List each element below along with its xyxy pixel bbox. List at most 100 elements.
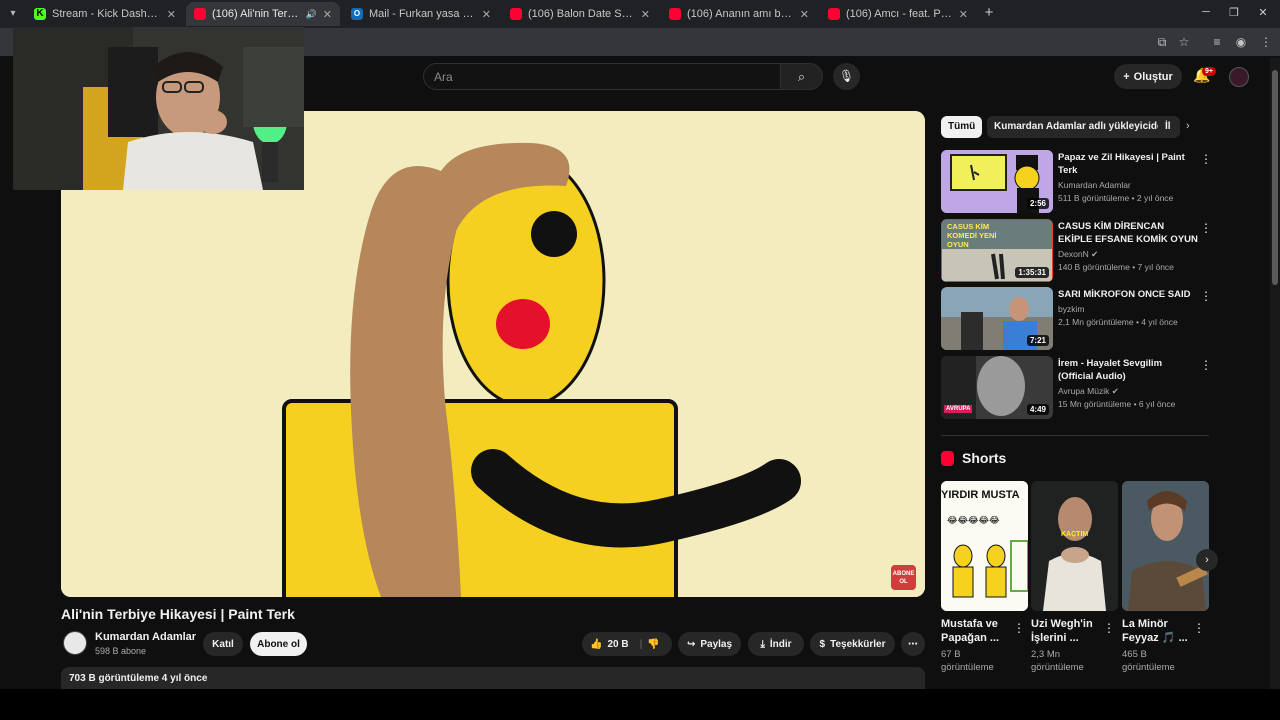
more-options-icon[interactable]: ⋮	[1200, 289, 1212, 303]
account-avatar[interactable]	[1229, 67, 1249, 87]
recommendation-channel[interactable]: Kumardan Adamlar	[1058, 180, 1131, 190]
recommendation-title[interactable]: CASUS KİM DİRENCAN EKİPLE EFSANE KOMİK O…	[1058, 220, 1198, 246]
recommendation-channel[interactable]: DexonN ✔	[1058, 249, 1098, 260]
more-options-icon[interactable]: ⋮	[1200, 221, 1212, 235]
channel-avatar[interactable]	[63, 631, 87, 655]
recommendation-item[interactable]: 7:21 SARI MİKROFON ONCE SAID byzkim 2,1 …	[941, 287, 1212, 351]
short-views: 67 B görüntüleme	[941, 649, 994, 673]
shorts-title: Shorts	[962, 450, 1007, 466]
tab-anan[interactable]: (106) Ananın amı bu söylenir mi ✕	[661, 2, 817, 26]
recommendation-title[interactable]: Papaz ve Zil Hikayesi | Paint Terk	[1058, 151, 1198, 177]
recommendation-channel[interactable]: byzkim	[1058, 304, 1084, 314]
channel-label: Avrupa Müzik	[1058, 386, 1110, 396]
chip-related[interactable]: İl	[1158, 116, 1180, 138]
profile-icon[interactable]: ◉	[1233, 35, 1249, 49]
speaker-icon[interactable]: 🔊	[306, 9, 317, 20]
more-options-icon[interactable]: ⋮	[1193, 621, 1205, 635]
bookmark-star-icon[interactable]: ☆	[1176, 35, 1192, 49]
short-thumbnail-text: YIRDIR MUSTA	[941, 489, 1020, 501]
thanks-button[interactable]: $ Teşekkürler	[810, 632, 895, 656]
chevron-right-icon[interactable]: ›	[1186, 120, 1190, 132]
create-button[interactable]: + Oluştur	[1114, 64, 1182, 89]
video-thumbnail[interactable]: 7:21	[941, 287, 1053, 350]
short-title[interactable]: Uzi Wegh'in İşlerini ...	[1031, 617, 1101, 645]
recommendation-channel[interactable]: Avrupa Müzik ✔	[1058, 386, 1119, 397]
recommendation-item[interactable]: CASUS KİM KOMEDİ YENİ OYUN 1:35:31 CASUS…	[941, 219, 1212, 283]
recommendation-meta: 140 B görüntüleme • 7 yıl önce	[1058, 262, 1174, 272]
close-tab-icon[interactable]: ✕	[167, 8, 176, 21]
close-window-icon[interactable]: ✕	[1256, 6, 1270, 19]
tab-balon-date[interactable]: (106) Balon Date Show 26. Bölüm ✕	[502, 2, 658, 26]
shorts-heading: Shorts	[941, 450, 1006, 466]
tab-title: (106) Balon Date Show 26. Bölüm	[528, 8, 635, 20]
close-tab-icon[interactable]: ✕	[482, 8, 491, 21]
close-tab-icon[interactable]: ✕	[800, 8, 809, 21]
short-thumbnail-text: KAÇTIM	[1061, 531, 1089, 538]
video-thumbnail[interactable]: AVRUPA 4:49	[941, 356, 1053, 419]
tab-title: (106) Ananın amı bu söylenir mi	[687, 8, 794, 20]
tab-amci[interactable]: (106) Amcı - feat. Porçay - YouTube ✕	[820, 2, 976, 26]
more-options-icon[interactable]: ⋮	[1200, 152, 1212, 166]
video-title: Ali'nin Terbiye Hikayesi | Paint Terk	[61, 606, 295, 622]
restore-icon[interactable]: ❐	[1227, 6, 1241, 19]
recommendation-title[interactable]: SARI MİKROFON ONCE SAID	[1058, 288, 1198, 301]
close-tab-icon[interactable]: ✕	[641, 8, 650, 21]
chip-all[interactable]: Tümü	[941, 116, 983, 138]
minimize-icon[interactable]: ─	[1199, 6, 1213, 18]
webcam-overlay	[13, 27, 304, 190]
recommendation-item[interactable]: 2:56 Papaz ve Zil Hikayesi | Paint Terk …	[941, 150, 1212, 214]
tab-outlook[interactable]: O Mail - Furkan yasa - Outlook ✕	[343, 2, 499, 26]
close-tab-icon[interactable]: ✕	[323, 8, 332, 21]
tab-kick[interactable]: K Stream - Kick Dashboard ✕	[26, 2, 184, 26]
close-tab-icon[interactable]: ✕	[959, 8, 968, 21]
plus-icon: +	[1123, 70, 1130, 83]
like-count[interactable]: 20 B	[607, 639, 628, 650]
browser-menu-icon[interactable]: ⋮	[1258, 35, 1274, 49]
recommendation-item[interactable]: AVRUPA 4:49 İrem - Hayalet Sevgilim (Off…	[941, 356, 1212, 420]
short-thumbnail[interactable]	[1122, 481, 1209, 611]
channel-name[interactable]: Kumardan Adamlar	[95, 631, 196, 643]
chip-uploader[interactable]: Kumardan Adamlar adlı yükleyiciden	[987, 116, 1176, 138]
more-actions-icon[interactable]: ⋯	[901, 632, 925, 656]
cast-icon[interactable]: ⧉	[1154, 35, 1170, 50]
like-divider: |	[639, 638, 643, 650]
more-options-icon[interactable]: ⋮	[1103, 621, 1115, 635]
short-title[interactable]: Mustafa ve Papağan ...	[941, 617, 1011, 645]
search-icon[interactable]: ⌕	[780, 63, 823, 90]
like-icon[interactable]: 👍	[590, 639, 602, 650]
views-and-date: 703 B görüntüleme 4 yıl önce	[69, 673, 208, 684]
video-thumbnail[interactable]: CASUS KİM KOMEDİ YENİ OYUN 1:35:31	[941, 219, 1053, 282]
tab-youtube-active[interactable]: (106) Ali'nin Terbiye Hikayesi 🔊 ✕	[186, 2, 340, 26]
tab-title: Stream - Kick Dashboard	[52, 8, 161, 20]
shorts-next-icon[interactable]: ›	[1196, 549, 1218, 571]
bottom-black-bar	[0, 689, 1280, 720]
scrollbar-thumb[interactable]	[1272, 70, 1278, 285]
media-control-icon[interactable]: ≡	[1209, 35, 1225, 49]
short-thumbnail[interactable]: KAÇTIM	[1031, 481, 1118, 611]
video-thumbnail[interactable]: 2:56	[941, 150, 1053, 213]
description-box[interactable]: 703 B görüntüleme 4 yıl önce	[61, 667, 925, 689]
thanks-label: Teşekkürler	[830, 638, 886, 650]
duration-badge: 7:21	[1026, 335, 1049, 346]
more-options-icon[interactable]: ⋮	[1200, 358, 1212, 372]
join-button[interactable]: Katıl	[203, 632, 243, 656]
subscribe-button[interactable]: Abone ol	[250, 632, 307, 656]
short-title[interactable]: La Minör Feyyaz 🎵 ...	[1122, 617, 1192, 645]
download-label: İndir	[769, 638, 792, 650]
new-tab-icon[interactable]: +	[980, 4, 998, 22]
more-options-icon[interactable]: ⋮	[1013, 621, 1025, 635]
tab-search-icon[interactable]: ▾	[4, 5, 22, 23]
outlook-icon: O	[351, 8, 363, 20]
subscribe-watermark[interactable]: ABONE OL	[891, 565, 916, 590]
download-icon: ⤓	[760, 638, 765, 650]
short-thumbnail[interactable]: 😂😂😂😂😂 YIRDIR MUSTA	[941, 481, 1028, 611]
recommendation-title[interactable]: İrem - Hayalet Sevgilim (Official Audio)	[1058, 357, 1198, 383]
thumbnail-text: CASUS KİM KOMEDİ YENİ OYUN	[947, 222, 997, 249]
download-button[interactable]: ⤓ İndir	[748, 632, 804, 656]
youtube-icon	[669, 8, 681, 20]
search-input[interactable]: Ara	[423, 63, 781, 90]
recommendation-meta: 15 Mn görüntüleme • 6 yıl önce	[1058, 399, 1176, 409]
dislike-icon[interactable]: 👎	[647, 639, 659, 650]
share-button[interactable]: ↪ Paylaş	[678, 632, 741, 656]
microphone-icon[interactable]: 🎙	[833, 63, 860, 90]
